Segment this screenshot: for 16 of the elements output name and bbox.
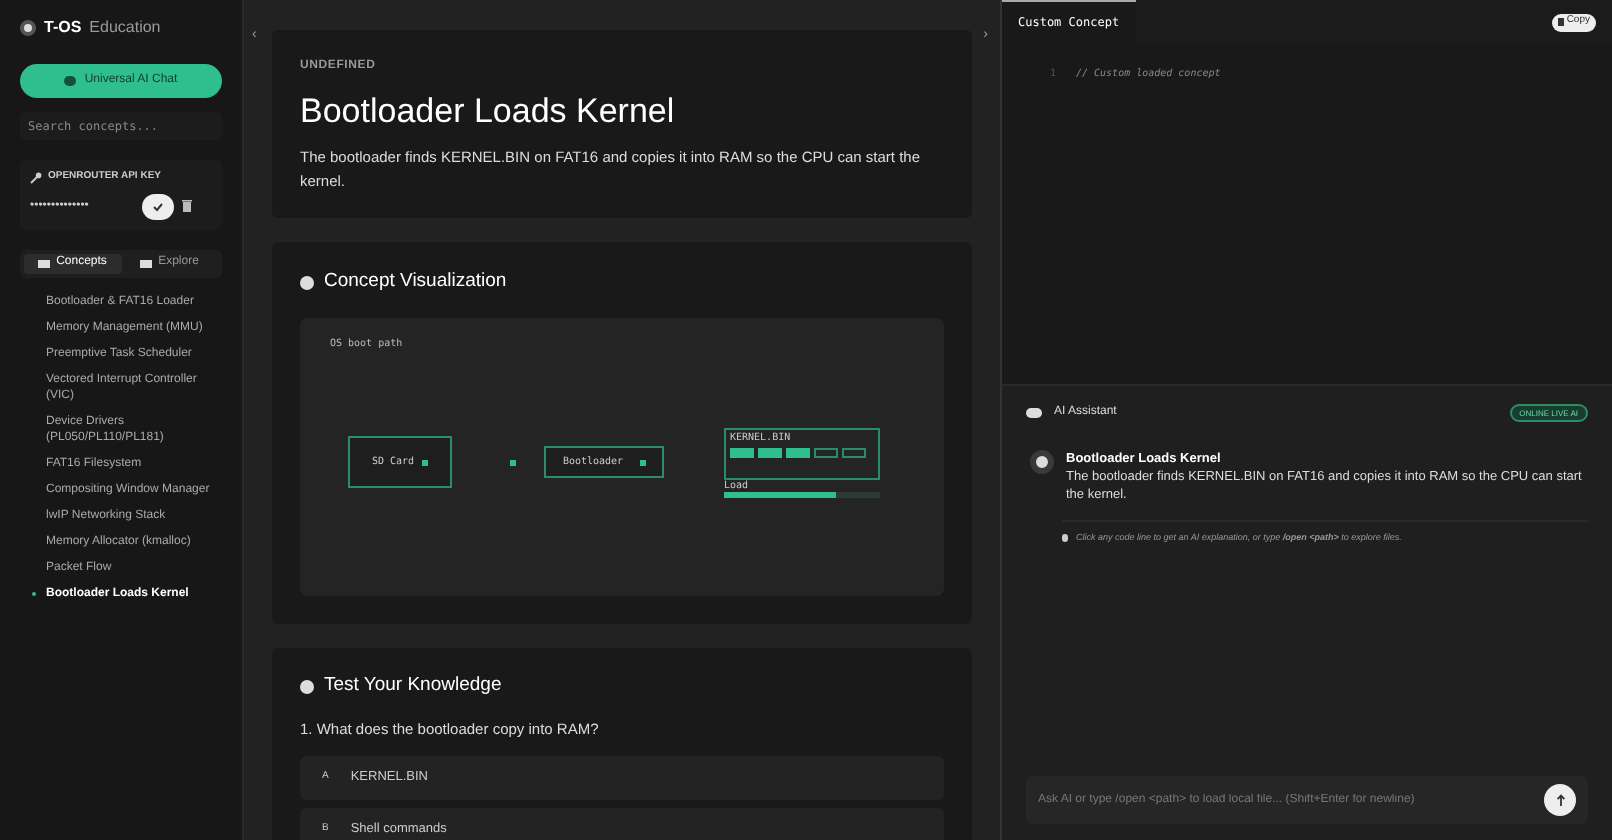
arrow-up-icon	[1555, 794, 1565, 806]
port-icon	[639, 459, 646, 466]
section-title: Concept Visualization	[324, 268, 507, 296]
app-logo: T-OS	[44, 16, 82, 40]
port-icon	[422, 459, 429, 466]
send-button[interactable]	[1544, 784, 1576, 816]
section-title: Test Your Knowledge	[324, 672, 502, 701]
save-key-button[interactable]	[142, 193, 174, 219]
assistant-avatar	[1030, 450, 1054, 474]
logo-icon	[20, 20, 36, 36]
trash-icon[interactable]	[182, 200, 192, 212]
app-subtitle: Education	[89, 16, 161, 40]
key-icon	[30, 171, 42, 184]
concept-title: Bootloader Loads Kernel	[300, 92, 677, 132]
check-icon	[152, 201, 164, 211]
copy-icon	[1558, 18, 1565, 26]
